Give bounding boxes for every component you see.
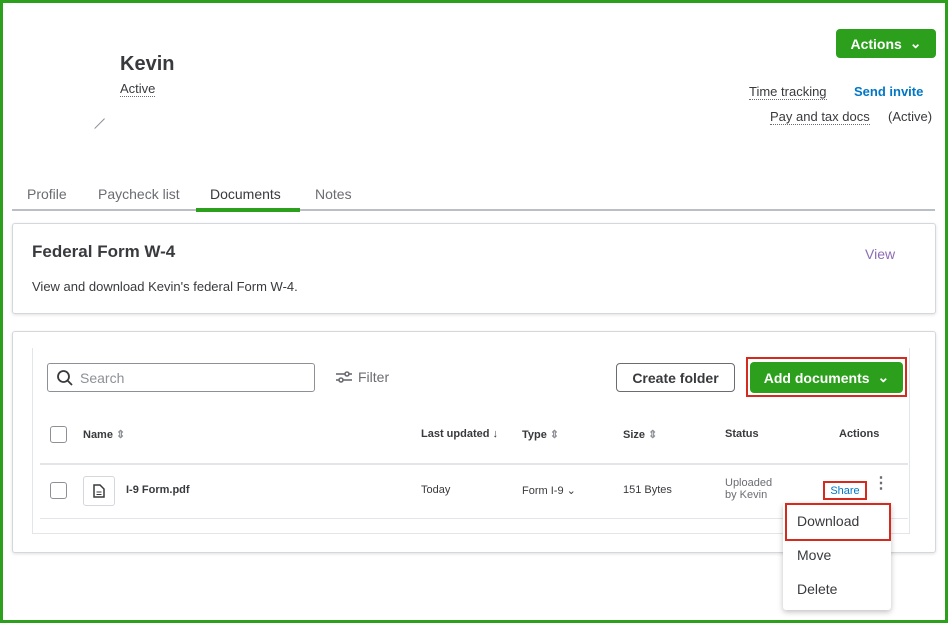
column-header-name[interactable]: Name ⇕	[83, 428, 125, 441]
w4-card: Federal Form W-4 View and download Kevin…	[12, 223, 936, 314]
row-checkbox[interactable]	[50, 482, 67, 499]
search-input[interactable]: Search	[47, 363, 315, 392]
search-icon	[57, 369, 73, 386]
menu-item-delete[interactable]: Delete	[797, 581, 837, 597]
last-updated: Today	[421, 484, 451, 496]
column-header-size[interactable]: Size ⇕	[623, 428, 657, 441]
employee-status[interactable]: Active	[120, 81, 156, 97]
row-divider	[40, 518, 908, 519]
sort-icon: ⇕	[116, 429, 126, 441]
create-folder-button[interactable]: Create folder	[616, 363, 735, 392]
column-header-type[interactable]: Type ⇕	[522, 428, 559, 441]
file-icon	[83, 476, 115, 506]
search-placeholder: Search	[80, 369, 125, 386]
w4-title: Federal Form W-4	[32, 242, 176, 261]
chevron-down-icon: ⌄	[877, 369, 890, 385]
w4-description: View and download Kevin's federal Form W…	[32, 279, 298, 294]
select-all-checkbox[interactable]	[50, 426, 67, 443]
avatar	[85, 109, 105, 129]
send-invite-link[interactable]: Send invite	[854, 84, 923, 99]
chevron-down-icon: ⌄	[566, 485, 576, 497]
sort-icon: ⇕	[549, 429, 560, 441]
actions-label: Actions	[850, 35, 902, 52]
pay-tax-docs-link[interactable]: Pay and tax docs	[770, 109, 870, 125]
file-size: 151 Bytes	[623, 484, 672, 496]
employee-name: Kevin	[120, 53, 175, 75]
header-divider	[40, 463, 908, 465]
tab-paycheck-list[interactable]: Paycheck list	[98, 186, 180, 202]
active-tab-indicator	[196, 208, 300, 212]
filter-button[interactable]: Filter	[335, 369, 389, 385]
file-status: Uploaded by Kevin	[725, 477, 773, 501]
menu-item-move[interactable]: Move	[797, 547, 831, 563]
more-options-icon[interactable]: ⋮	[873, 476, 889, 500]
filter-icon	[336, 371, 352, 383]
time-tracking-link[interactable]: Time tracking	[749, 84, 827, 100]
row-actions-menu: Download Move Delete	[783, 503, 891, 610]
chevron-down-icon: ⌄	[909, 35, 922, 51]
column-header-last-updated[interactable]: Last updated ↓	[421, 428, 498, 440]
file-name[interactable]: I-9 Form.pdf	[126, 484, 190, 496]
pay-tax-docs-status: (Active)	[888, 109, 933, 124]
actions-button[interactable]: Actions ⌄	[836, 29, 936, 58]
type-dropdown[interactable]: Form I-9 ⌄	[522, 484, 576, 497]
tabs-divider	[12, 209, 935, 211]
w4-view-link[interactable]: View	[865, 246, 895, 262]
share-link[interactable]: Share	[823, 481, 867, 500]
add-documents-button[interactable]: Add documents ⌄	[750, 362, 903, 393]
add-documents-label: Add documents	[763, 369, 870, 386]
sort-icon: ⇕	[648, 429, 658, 441]
menu-item-download[interactable]: Download	[797, 513, 859, 529]
column-header-actions: Actions	[839, 428, 880, 440]
sort-down-icon: ↓	[492, 428, 499, 440]
tab-documents[interactable]: Documents	[210, 186, 281, 202]
tab-notes[interactable]: Notes	[315, 186, 352, 202]
tab-profile[interactable]: Profile	[27, 186, 67, 202]
filter-label: Filter	[358, 369, 390, 385]
column-header-status: Status	[725, 428, 759, 440]
